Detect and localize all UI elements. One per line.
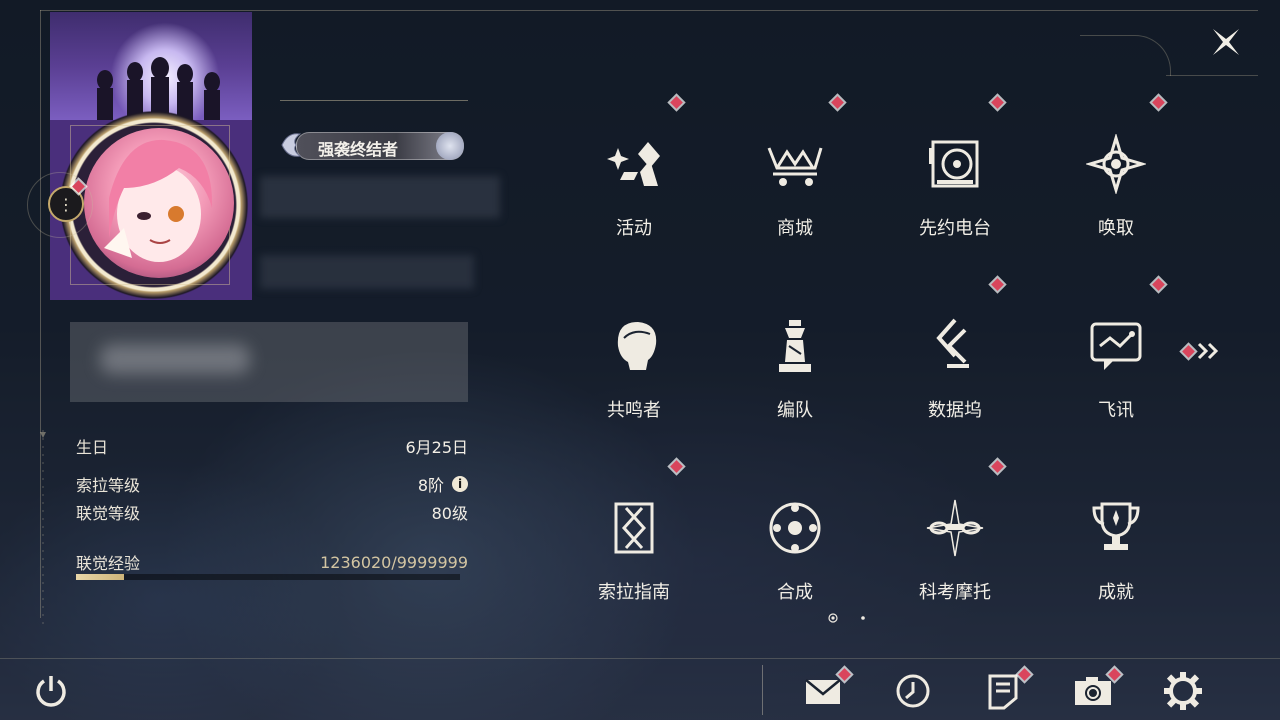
bottom-divider [0,658,1280,659]
avatar[interactable] [84,128,234,278]
title-badge[interactable]: 强袭终结者 [278,128,468,162]
close-icon [1213,29,1239,55]
trophy-icon [1092,502,1140,550]
stat-union-level: 联觉等级 80级 [76,500,468,524]
profile-card-art [50,12,252,120]
menu-item-shop[interactable]: 商城 [735,110,855,260]
stat-sola-level: 索拉等级 8阶 i [76,472,468,496]
frame-top-line [40,10,1258,11]
blurred-signature [70,322,468,402]
radio-icon [929,140,979,188]
menu-item-data-bank[interactable]: 数据坞 [895,292,1015,442]
crown-cart-icon [767,147,823,186]
menu-label: 索拉指南 [598,582,670,603]
chess-piece-icon [779,320,811,372]
menu-label: 编队 [777,400,813,421]
birthday-value: 6月25日 [405,438,468,457]
title-badge-text: 强袭终结者 [318,140,399,159]
sola-level-value-group: 8阶 i [418,472,468,496]
next-page-button[interactable] [1182,338,1222,364]
settings-button[interactable] [1162,670,1204,712]
union-level-value: 80级 [431,504,468,523]
power-button[interactable] [32,672,70,710]
frame-right-line [1166,75,1258,76]
menu-item-convene[interactable]: 唤取 [1056,110,1176,260]
clock-icon [896,674,930,708]
close-button[interactable] [1208,24,1244,60]
union-level-label: 联觉等级 [76,504,141,523]
menu-item-motorbike[interactable]: 科考摩托 [895,474,1015,624]
blurred-player-id [260,255,474,289]
character-icon [617,322,657,370]
chat-icon [1090,322,1142,370]
menu-label: 飞讯 [1098,400,1134,421]
menu-label: 先约电台 [919,218,991,239]
menu-item-team[interactable]: 编队 [735,292,855,442]
sparkle-icon [607,142,660,186]
menu-item-synthesis[interactable]: 合成 [735,474,855,624]
menu-item-radio[interactable]: 先约电台 [895,110,1015,260]
compass-star-icon [1086,134,1146,194]
more-dots-icon: ⋮ [58,194,74,214]
synthesis-icon [769,502,821,554]
double-chevron-right-icon [1197,342,1219,360]
settings-icon [1164,672,1202,710]
mail-icon [805,679,841,704]
union-exp-value: 1236020/9999999 [320,552,468,572]
blurred-player-name [260,176,500,218]
data-dock-icon [936,318,969,368]
menu-item-activity[interactable]: 活动 [574,110,694,260]
union-exp-bar [76,574,460,580]
menu-item-resonators[interactable]: 共鸣者 [574,292,694,442]
menu-label: 共鸣者 [607,400,661,421]
menu-label: 数据坞 [928,400,982,421]
stat-union-exp: 联觉经验 1236020/9999999 [76,550,468,574]
menu-item-message[interactable]: 飞讯 [1056,292,1176,442]
stat-birthday: 生日 6月25日 [76,434,468,458]
menu-label: 唤取 [1098,218,1134,239]
menu-item-guidebook[interactable]: 索拉指南 [574,474,694,624]
menu-label: 合成 [777,582,813,603]
clock-button[interactable] [892,670,934,712]
sola-level-label: 索拉等级 [76,476,141,495]
menu-label: 成就 [1098,582,1134,603]
crystal-icon [436,132,464,160]
badge-next-page [1182,344,1195,358]
guide-book-icon [614,502,654,554]
blur-smudge [100,344,250,374]
menu-item-achievements[interactable]: 成就 [1056,474,1176,624]
info-icon[interactable]: i [452,476,468,492]
avatar-portrait [104,139,213,262]
mail-button[interactable] [802,670,844,712]
camera-icon [1075,677,1111,705]
birthday-label: 生日 [76,438,109,457]
dragon-emblem-icon [281,133,302,157]
union-exp-fill [76,574,124,580]
camera-button[interactable] [1072,670,1114,712]
motorbike-icon [926,499,984,557]
page-indicator [828,613,865,623]
sola-level-value: 8阶 [417,476,444,495]
menu-label: 商城 [777,218,813,239]
notes-button[interactable] [982,670,1024,712]
bottom-separator [762,665,763,715]
menu-label: 活动 [616,218,652,239]
menu-label: 科考摩托 [919,582,991,603]
union-exp-label: 联觉经验 [76,554,141,573]
power-icon [36,676,66,707]
side-decoration [40,430,46,630]
notes-icon [988,674,1018,710]
title-divider [280,100,468,101]
